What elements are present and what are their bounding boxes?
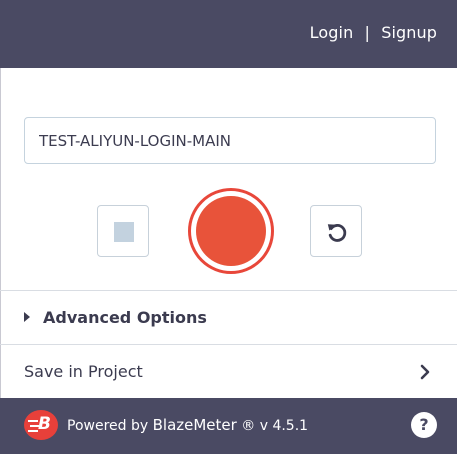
powered-by-label: Powered by (67, 418, 149, 434)
login-link[interactable]: Login (310, 23, 354, 42)
save-in-project-row[interactable]: Save in Project (0, 345, 457, 397)
caret-right-icon (24, 312, 30, 322)
signup-link[interactable]: Signup (381, 23, 437, 42)
version-label: v 4.5.1 (259, 418, 309, 434)
powered-by-text: Powered by BlazeMeter ® v 4.5.1 (67, 416, 308, 434)
help-button[interactable]: ? (411, 412, 437, 438)
footer-bar: B Powered by BlazeMeter ® v 4.5.1 ? (0, 398, 457, 454)
registered-mark: ® (241, 418, 256, 434)
advanced-options-label: Advanced Options (43, 308, 207, 327)
reset-button[interactable] (310, 205, 362, 257)
record-button[interactable] (188, 188, 274, 274)
blazemeter-logo-icon: B (24, 410, 58, 440)
brand-name: BlazeMeter (152, 416, 237, 434)
stop-button[interactable] (97, 205, 149, 257)
auth-links: Login | Signup (310, 23, 437, 42)
test-name-input[interactable] (24, 117, 436, 164)
record-icon (196, 196, 266, 266)
chevron-right-icon (420, 364, 430, 380)
save-in-project-label: Save in Project (24, 362, 143, 381)
stop-icon (114, 222, 134, 242)
auth-separator: | (364, 23, 371, 42)
top-bar: Login | Signup (0, 0, 457, 68)
advanced-options-toggle[interactable]: Advanced Options (0, 291, 457, 344)
reset-icon (327, 224, 347, 242)
